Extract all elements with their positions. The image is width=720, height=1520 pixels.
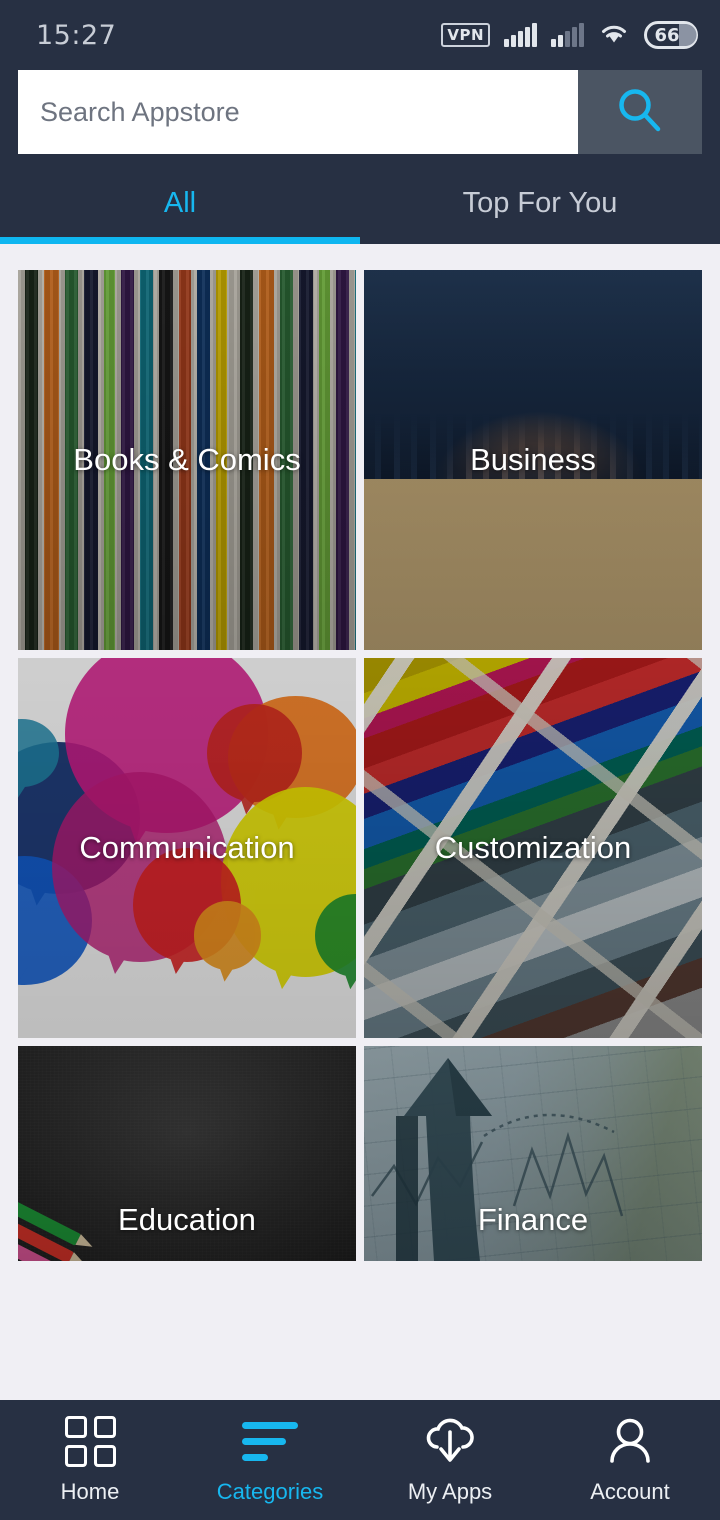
nav-item-my-apps[interactable]: My Apps: [360, 1400, 540, 1520]
battery-icon: 66: [644, 21, 698, 49]
nav-item-account[interactable]: Account: [540, 1400, 720, 1520]
status-icon-tray: VPN 66: [441, 20, 698, 51]
category-tile-education[interactable]: Education: [18, 1046, 356, 1261]
category-tile-label: Customization: [434, 830, 632, 865]
category-tile-communication[interactable]: Communication: [18, 658, 356, 1038]
category-tile-finance[interactable]: Finance: [364, 1046, 702, 1261]
header: 15:27 VPN 66 Search Appstore All Top For…: [0, 0, 720, 244]
list-lines-icon: [242, 1415, 298, 1467]
appstore-screen: 15:27 VPN 66 Search Appstore All Top For…: [0, 0, 720, 1520]
status-bar: 15:27 VPN 66: [0, 0, 720, 70]
signal-icon: [504, 23, 537, 47]
grid-icon: [64, 1415, 116, 1467]
tab-active-indicator: [0, 237, 360, 244]
category-tile-business[interactable]: Business: [364, 270, 702, 650]
search-button[interactable]: [578, 70, 702, 154]
category-tile-label: Education: [118, 1201, 256, 1237]
signal-icon-secondary: [551, 23, 584, 47]
category-tile-label: Communication: [79, 830, 295, 865]
nav-item-label: Home: [60, 1479, 120, 1504]
nav-item-home[interactable]: Home: [0, 1400, 180, 1520]
nav-item-label: Account: [590, 1479, 670, 1504]
category-tile-label: Finance: [477, 1201, 589, 1237]
search-icon: [612, 83, 668, 142]
vpn-icon: VPN: [441, 23, 490, 47]
category-tile-label: Books & Comics: [73, 442, 301, 477]
tab-bar: All Top For You: [0, 162, 720, 244]
cloud-download-icon: [421, 1415, 479, 1467]
category-tile-books-comics[interactable]: Books & Comics: [18, 270, 356, 650]
tab-all[interactable]: All: [0, 162, 360, 244]
battery-level: 66: [654, 24, 680, 46]
status-clock: 15:27: [36, 19, 117, 51]
bottom-navigation: Home Categories My Apps Account: [0, 1400, 720, 1520]
tab-top-for-you[interactable]: Top For You: [360, 162, 720, 244]
nav-item-label: My Apps: [407, 1479, 493, 1504]
search-input[interactable]: [18, 70, 578, 154]
nav-item-label: Categories: [216, 1479, 324, 1504]
category-tile-customization[interactable]: Customization: [364, 658, 702, 1038]
category-grid: Books & Comics Business Communication Cu…: [0, 244, 720, 1261]
person-icon: [604, 1415, 656, 1467]
nav-item-categories[interactable]: Categories: [180, 1400, 360, 1520]
category-tile-label: Business: [470, 442, 596, 477]
search-bar: [0, 70, 720, 154]
wifi-icon: [598, 20, 630, 51]
